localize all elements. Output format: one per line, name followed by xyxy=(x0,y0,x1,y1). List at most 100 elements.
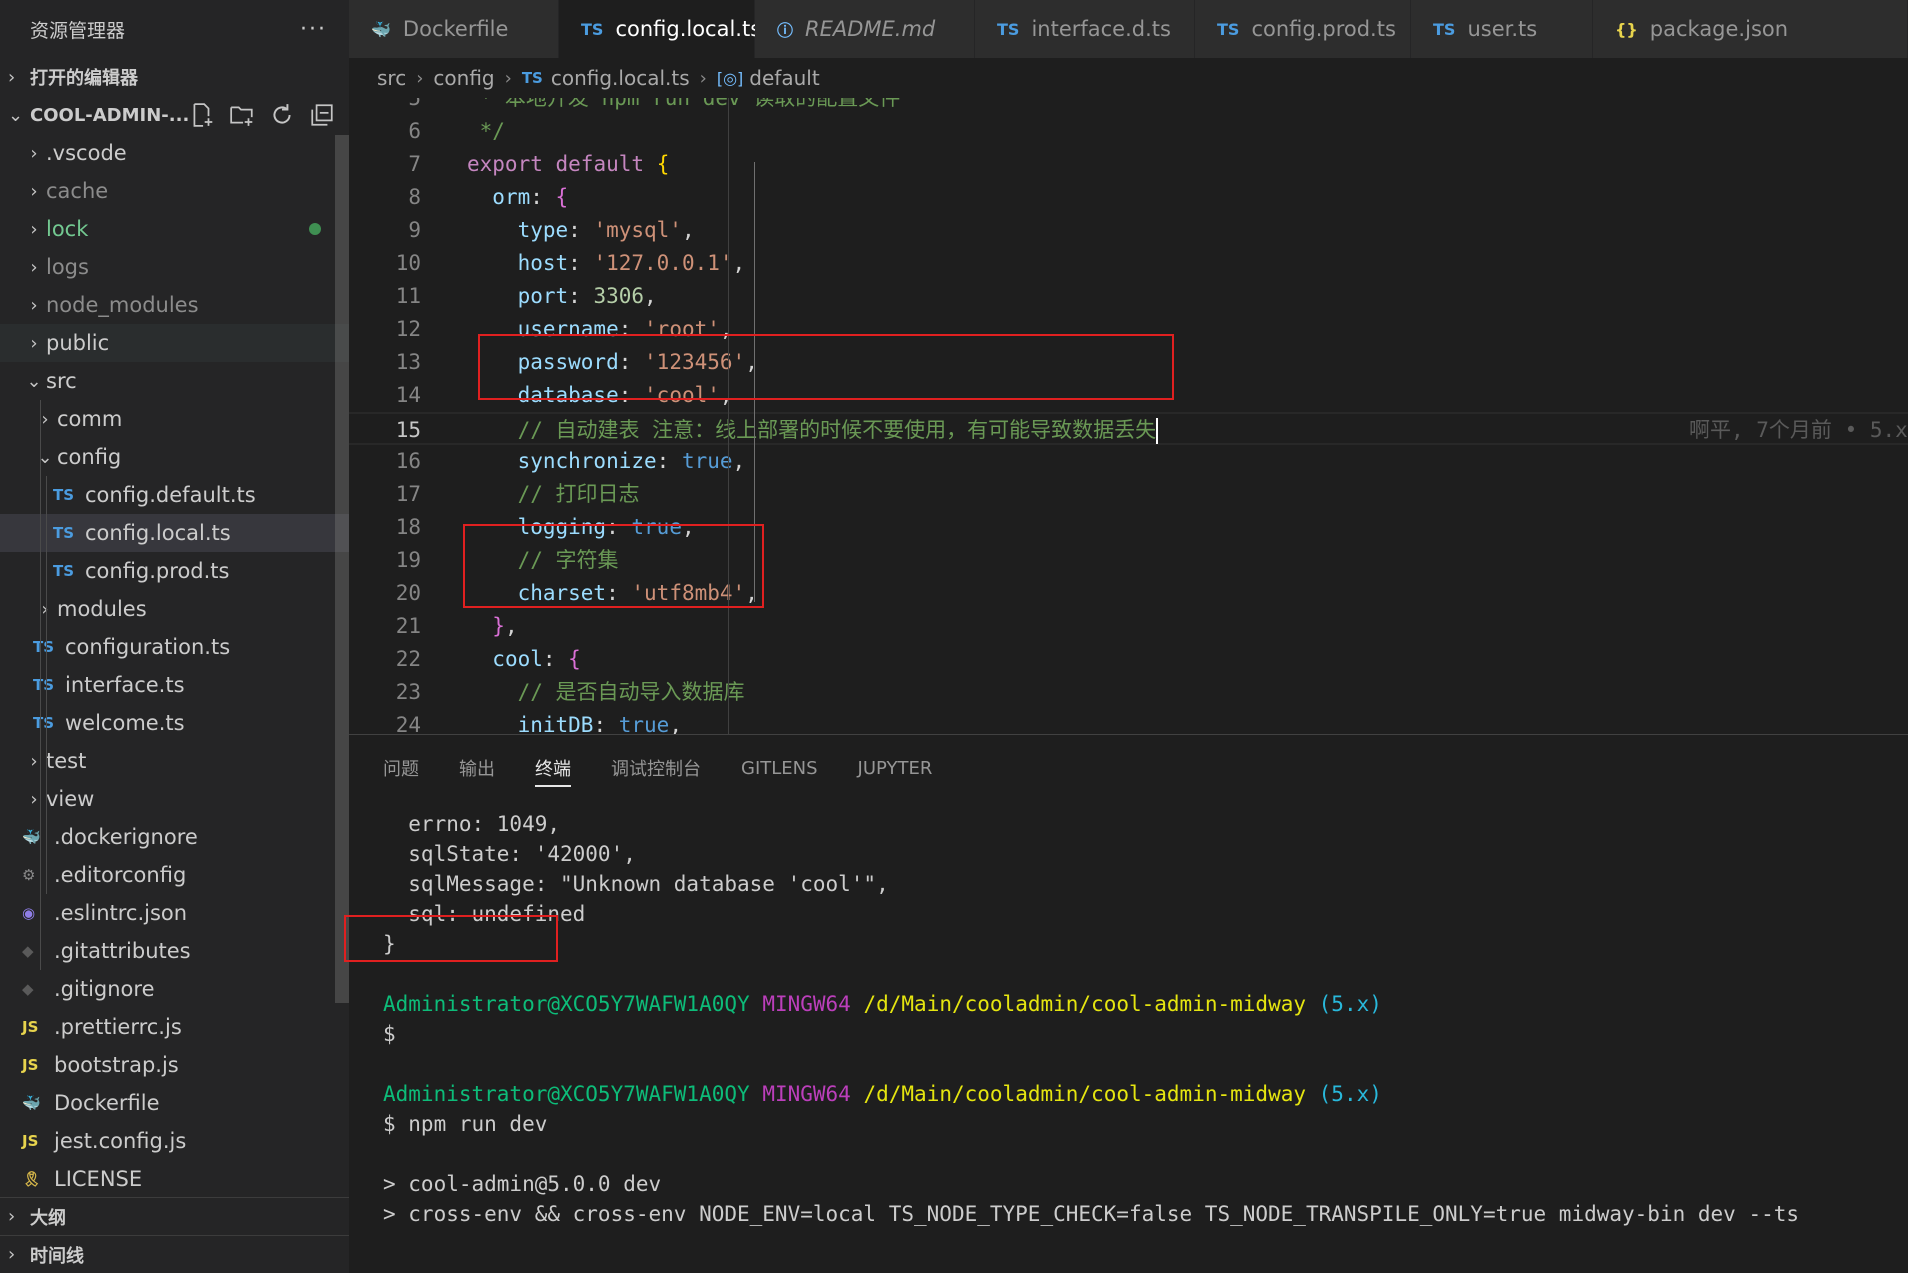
new-file-icon[interactable] xyxy=(189,102,215,128)
tree-item-gitignore[interactable]: ◆ .gitignore xyxy=(0,970,349,1008)
tree-item-bootstrap-js[interactable]: JS bootstrap.js xyxy=(0,1046,349,1084)
code-token: : xyxy=(593,713,619,734)
tree-item-label: welcome.ts xyxy=(65,711,185,735)
tree-item-gitattributes[interactable]: ◆ .gitattributes xyxy=(0,932,349,970)
line-number: 16 xyxy=(395,449,421,473)
tree-indent-guide xyxy=(40,400,41,970)
code-text: type: 'mysql', xyxy=(467,214,695,247)
code-token: { xyxy=(555,185,569,209)
chevron-down-icon: ⌄ xyxy=(8,104,24,126)
tree-item-cache[interactable]: › cache xyxy=(0,172,349,210)
line-number: 24 xyxy=(395,713,421,734)
chevron-right-icon: › xyxy=(8,1206,16,1227)
tree-item-welcome-ts[interactable]: TS welcome.ts xyxy=(0,704,349,742)
tree-item-lock[interactable]: › lock xyxy=(0,210,349,248)
tab-interface-d-ts[interactable]: TS interface.d.ts xyxy=(975,0,1195,58)
panel-tab-调试控制台[interactable]: 调试控制台 xyxy=(611,735,701,801)
tab-user-ts[interactable]: TS user.ts xyxy=(1411,0,1593,58)
tree-item-modules[interactable]: › modules xyxy=(0,590,349,628)
tree-item-label: config xyxy=(57,445,122,469)
code-token: : xyxy=(568,218,594,242)
tab-package-json[interactable]: {} package.json xyxy=(1593,0,1908,58)
timeline-section[interactable]: › 时间线 xyxy=(0,1235,349,1273)
terminal-text: Administrator@XCO5Y7WAFW1A0QY xyxy=(383,1082,750,1106)
tree-item-public[interactable]: › public xyxy=(0,324,349,362)
panel-tab-问题[interactable]: 问题 xyxy=(383,735,419,801)
text-cursor xyxy=(1156,418,1159,444)
tree-item-node-modules[interactable]: › node_modules xyxy=(0,286,349,324)
terminal[interactable]: errno: 1049, sqlState: '42000', sqlMessa… xyxy=(349,801,1908,1273)
terminal-line: $ npm run dev xyxy=(383,1109,547,1139)
tree-item-test[interactable]: › test xyxy=(0,742,349,780)
breadcrumb-config[interactable]: config xyxy=(433,66,494,90)
tree-item-config-prod-ts[interactable]: TS config.prod.ts xyxy=(0,552,349,590)
tab-config-local-ts[interactable]: TSconfig.local.ts✕ xyxy=(559,0,794,58)
code-token: , xyxy=(681,218,695,242)
breadcrumb: src › config › TS config.local.ts › [◎] … xyxy=(349,58,1908,98)
breadcrumb-src[interactable]: src xyxy=(377,66,406,90)
code-token: { xyxy=(656,152,670,176)
code-editor[interactable]: 5 * 本地开发 npm run dev 读取的配置文件 6 */7 export … xyxy=(349,98,1908,734)
tree-item-vscode[interactable]: › .vscode xyxy=(0,134,349,172)
tree-item-config-local-ts[interactable]: TS config.local.ts xyxy=(0,514,349,552)
terminal-text: $ npm run dev xyxy=(383,1112,548,1136)
tree-item-license[interactable]: 🎗 LICENSE xyxy=(0,1160,349,1188)
tree-item-eslintrc-json[interactable]: ◉ .eslintrc.json xyxy=(0,894,349,932)
tree-item-interface-ts[interactable]: TS interface.ts xyxy=(0,666,349,704)
panel-tab-gitlens[interactable]: GITLENS xyxy=(741,735,818,801)
code-text: synchronize: true, xyxy=(467,445,746,478)
collapse-all-icon[interactable] xyxy=(309,102,335,128)
open-editors-section[interactable]: › 打开的编辑器 xyxy=(0,58,349,96)
refresh-icon[interactable] xyxy=(269,102,295,128)
tree-item-label: .dockerignore xyxy=(54,825,198,849)
tree-item-configuration-ts[interactable]: TS configuration.ts xyxy=(0,628,349,666)
breadcrumb-symbol[interactable]: default xyxy=(749,66,819,90)
tab-readme-md[interactable]: ⓘ README.md xyxy=(755,0,975,58)
line-number: 17 xyxy=(395,482,421,506)
tree-item-label: bootstrap.js xyxy=(54,1053,179,1077)
chevron-down-icon: ⌄ xyxy=(26,370,42,392)
line-number: 18 xyxy=(395,515,421,539)
tab-config-prod-ts[interactable]: TS config.prod.ts xyxy=(1195,0,1411,58)
panel-tab-终端[interactable]: 终端 xyxy=(535,735,571,801)
code-token: , xyxy=(504,614,518,638)
tree-item-logs[interactable]: › logs xyxy=(0,248,349,286)
line-number: 20 xyxy=(395,581,421,605)
tab-label: user.ts xyxy=(1467,17,1538,41)
code-text: host: '127.0.0.1', xyxy=(467,247,746,280)
code-text: export default { xyxy=(467,148,669,181)
highlight-box-initdb xyxy=(463,524,764,608)
tree-item-jest-config-js[interactable]: JS jest.config.js xyxy=(0,1122,349,1160)
ts-file-icon: TS xyxy=(1217,19,1240,39)
tree-item-config-default-ts[interactable]: TS config.default.ts xyxy=(0,476,349,514)
tree-item-comm[interactable]: › comm xyxy=(0,400,349,438)
code-text: // 自动建表 注意：线上部署的时候不要使用，有可能导致数据丢失 xyxy=(467,414,1159,447)
tree-item-dockerignore[interactable]: 🐳 .dockerignore xyxy=(0,818,349,856)
outline-section[interactable]: › 大纲 xyxy=(0,1197,349,1235)
terminal-line: errno: 1049, xyxy=(383,809,560,839)
tree-item-label: public xyxy=(46,331,110,355)
terminal-line: sqlState: '42000', xyxy=(383,839,636,869)
more-actions-icon[interactable]: ··· xyxy=(300,17,327,42)
tree-item-config[interactable]: ⌄ config xyxy=(0,438,349,476)
panel-tab-jupyter[interactable]: JUPYTER xyxy=(858,735,933,801)
git-icon: ◆ xyxy=(22,980,34,998)
project-section[interactable]: ⌄ COOL-ADMIN-... xyxy=(0,96,349,134)
tree-item-src[interactable]: ⌄ src xyxy=(0,362,349,400)
code-line: 9 type: 'mysql', xyxy=(349,214,1908,247)
new-folder-icon[interactable] xyxy=(229,102,255,128)
breadcrumb-file[interactable]: config.local.ts xyxy=(551,66,690,90)
panel-tab-输出[interactable]: 输出 xyxy=(459,735,495,801)
tree-item-dockerfile[interactable]: 🐳 Dockerfile xyxy=(0,1084,349,1122)
tree-item-view[interactable]: › view xyxy=(0,780,349,818)
tree-item-prettierrc-js[interactable]: JS .prettierrc.js xyxy=(0,1008,349,1046)
sidebar-scrollbar[interactable] xyxy=(335,135,349,1003)
tree-item-label: .gitattributes xyxy=(54,939,191,963)
tab-dockerfile[interactable]: 🐳 Dockerfile xyxy=(349,0,559,58)
tree-item-editorconfig[interactable]: ⚙ .editorconfig xyxy=(0,856,349,894)
code-token: // 是否自动导入数据库 xyxy=(517,680,745,704)
code-line: 11 port: 3306, xyxy=(349,280,1908,313)
